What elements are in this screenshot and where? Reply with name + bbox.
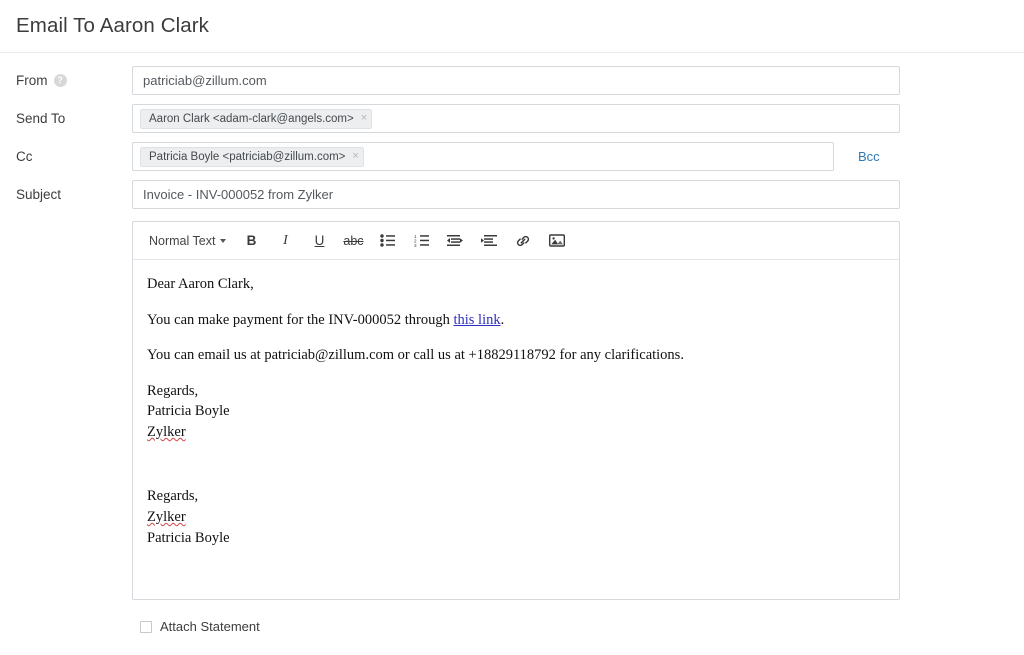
email-body[interactable]: Dear Aaron Clark, You can make payment f…	[133, 260, 899, 599]
cc-input[interactable]: Patricia Boyle <patriciab@zillum.com> ×	[132, 142, 834, 171]
chevron-down-icon	[220, 238, 227, 243]
editor-row: Normal Text B I U abc 1 2 3 Dear Aaron C…	[0, 221, 1024, 600]
from-input[interactable]: patriciab@zillum.com	[132, 66, 900, 95]
signature-block-2: Regards, Zylker Patricia Boyle	[147, 486, 885, 548]
signature-block-1: Regards, Patricia Boyle Zylker	[147, 381, 885, 443]
signature2-name: Patricia Boyle	[147, 529, 230, 546]
signature1-regards: Regards,	[147, 382, 199, 399]
send-to-input[interactable]: Aaron Clark <adam-clark@angels.com> ×	[132, 104, 900, 133]
recipient-chip-label: Aaron Clark <adam-clark@angels.com>	[149, 112, 354, 125]
signature1-company: Zylker	[147, 423, 186, 440]
bcc-link[interactable]: Bcc	[858, 142, 880, 171]
editor-toolbar: Normal Text B I U abc 1 2 3	[133, 222, 899, 260]
page-title: Email To Aaron Clark	[16, 14, 210, 37]
strikethrough-button[interactable]: abc	[336, 227, 370, 255]
body-payment-line: You can make payment for the INV-000052 …	[147, 310, 885, 331]
numbered-list-icon[interactable]: 1 2 3	[404, 227, 438, 255]
help-circle-icon[interactable]: ?	[53, 74, 67, 87]
close-icon[interactable]: ×	[352, 151, 358, 162]
recipient-chip-cc[interactable]: Patricia Boyle <patriciab@zillum.com> ×	[140, 146, 364, 167]
body-payment-text-before: You can make payment for the INV-000052 …	[147, 311, 454, 328]
email-form: From ? patriciab@zillum.com Send To Aaro…	[0, 53, 1024, 634]
editor-spacer	[0, 221, 132, 600]
underline-button[interactable]: U	[302, 227, 336, 255]
signature2-regards: Regards,	[147, 488, 199, 505]
bold-button[interactable]: B	[234, 227, 268, 255]
from-value: patriciab@zillum.com	[143, 73, 267, 88]
image-icon[interactable]	[540, 227, 574, 255]
subject-label: Subject	[0, 180, 132, 209]
body-greeting: Dear Aaron Clark,	[147, 276, 254, 292]
payment-link[interactable]: this link	[453, 312, 500, 328]
cc-label-text: Cc	[16, 149, 33, 164]
cc-label: Cc	[0, 142, 132, 171]
signature1-name: Patricia Boyle	[147, 403, 230, 420]
rich-text-editor: Normal Text B I U abc 1 2 3 Dear Aaron C…	[132, 221, 900, 600]
send-to-label-text: Send To	[16, 111, 66, 126]
link-icon[interactable]	[506, 227, 540, 255]
body-payment-text-after: .	[500, 311, 505, 328]
form-row-cc: Cc Patricia Boyle <patriciab@zillum.com>…	[0, 142, 1024, 171]
attach-statement-label[interactable]: Attach Statement	[160, 619, 260, 634]
signature-gap	[147, 457, 885, 486]
recipient-chip-send-to[interactable]: Aaron Clark <adam-clark@angels.com> ×	[140, 108, 373, 129]
bulleted-list-icon[interactable]	[370, 227, 404, 255]
text-style-label: Normal Text	[149, 233, 216, 248]
italic-button[interactable]: I	[268, 227, 302, 255]
subject-label-text: Subject	[16, 187, 62, 202]
recipient-chip-label: Patricia Boyle <patriciab@zillum.com>	[149, 150, 346, 163]
signature2-company: Zylker	[147, 509, 186, 526]
form-row-from: From ? patriciab@zillum.com	[0, 66, 1024, 95]
attach-statement-checkbox[interactable]	[140, 620, 152, 633]
close-icon[interactable]: ×	[361, 113, 367, 124]
from-label: From ?	[0, 66, 132, 95]
page-header: Email To Aaron Clark	[0, 0, 1024, 53]
indent-icon[interactable]	[472, 227, 506, 255]
form-row-send-to: Send To Aaron Clark <adam-clark@angels.c…	[0, 104, 1024, 133]
subject-input[interactable]: Invoice - INV-000052 from Zylker	[132, 180, 900, 209]
send-to-label: Send To	[0, 104, 132, 133]
text-style-dropdown[interactable]: Normal Text	[141, 230, 234, 252]
from-label-text: From	[16, 73, 48, 88]
subject-value: Invoice - INV-000052 from Zylker	[143, 187, 334, 202]
body-contact-line: You can email us at patriciab@zillum.com…	[147, 347, 684, 364]
outdent-icon[interactable]	[438, 227, 472, 255]
svg-text:3: 3	[414, 243, 417, 247]
attach-statement-row: Attach Statement	[0, 619, 1024, 634]
form-row-subject: Subject Invoice - INV-000052 from Zylker	[0, 180, 1024, 209]
